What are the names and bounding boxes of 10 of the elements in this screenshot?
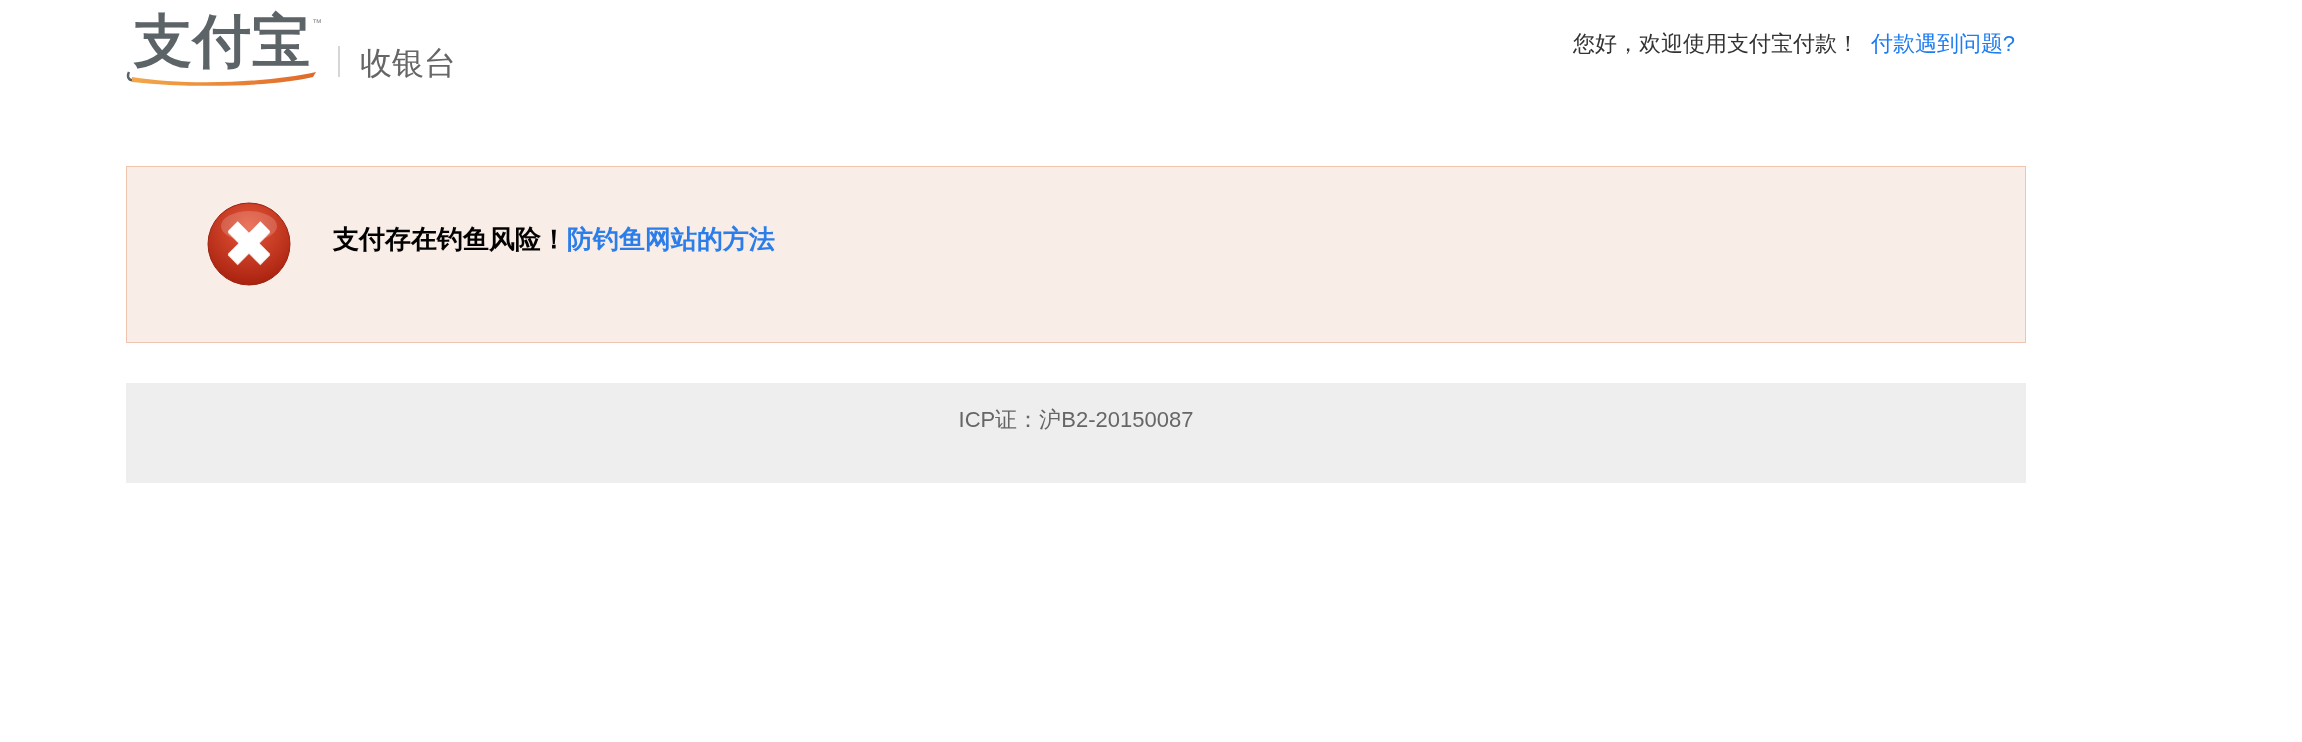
- logo-text: 支付宝: [134, 12, 311, 70]
- alert-message: 支付存在钓鱼风险！: [333, 224, 567, 256]
- product-title: 收银台: [360, 47, 456, 79]
- swoosh-icon: [126, 71, 318, 87]
- welcome-text: 您好，欢迎使用支付宝付款！: [1572, 31, 1859, 58]
- icp-license-text: ICP证：沪B2-20150087: [958, 407, 1194, 432]
- trademark-sign: ™: [312, 18, 322, 28]
- help-link[interactable]: 付款遇到问题?: [1870, 31, 2015, 58]
- error-icon: [207, 202, 291, 286]
- anti-phishing-link[interactable]: 防钓鱼网站的方法: [567, 224, 775, 256]
